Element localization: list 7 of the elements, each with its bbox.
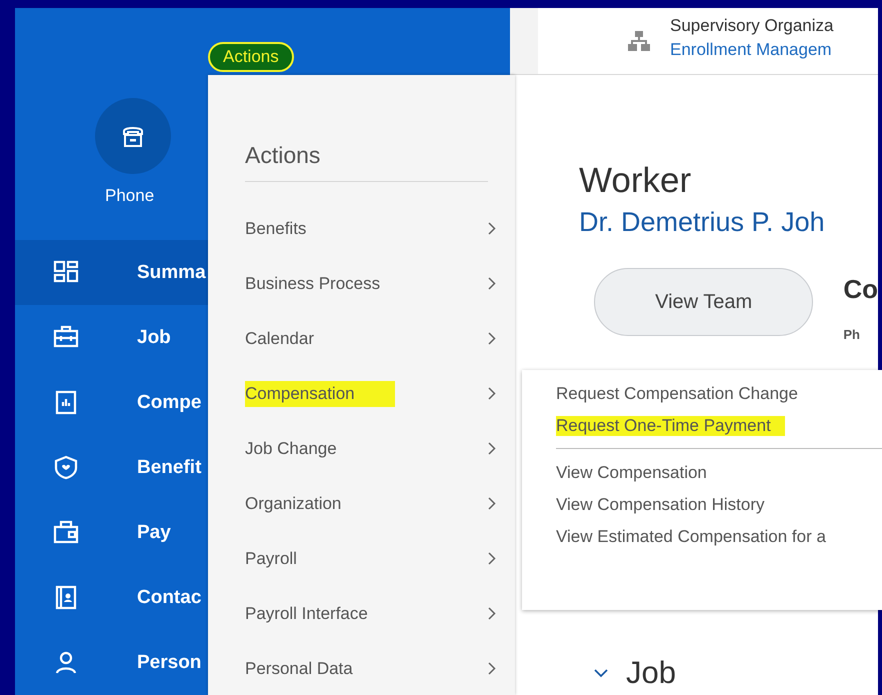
worker-heading: Worker	[579, 161, 692, 201]
section-title: Job	[626, 655, 676, 691]
org-title: Supervisory Organiza	[670, 16, 834, 36]
contact-label: Ph	[843, 327, 861, 342]
contact-heading: Co	[843, 274, 878, 305]
phone-label: Phone	[105, 186, 154, 206]
menu-title: Actions	[245, 142, 488, 182]
